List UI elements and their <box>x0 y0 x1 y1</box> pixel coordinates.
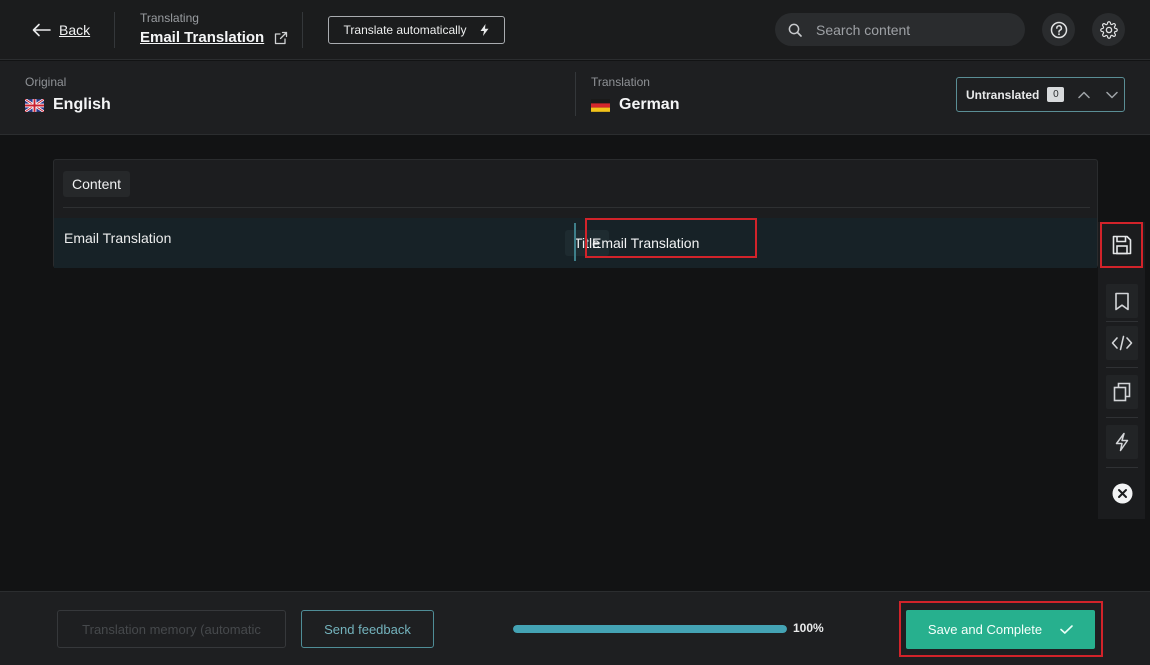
progress-fill <box>513 625 787 633</box>
content-section-label: Content <box>63 171 131 197</box>
untranslated-filter[interactable]: Untranslated 0 <box>956 77 1125 112</box>
translation-language: German <box>591 96 679 114</box>
chevron-down-icon <box>1106 91 1119 98</box>
search-box[interactable] <box>775 13 1025 46</box>
header-divider <box>302 12 303 48</box>
gear-icon <box>1099 20 1118 39</box>
uk-flag-icon <box>25 98 44 112</box>
bookmark-button[interactable] <box>1106 284 1138 318</box>
save-icon <box>1112 235 1131 255</box>
back-link[interactable]: Back <box>32 20 90 40</box>
next-untranslated-button[interactable] <box>1102 85 1122 105</box>
original-language-label: English <box>53 96 111 113</box>
auto-translate-field-button[interactable] <box>1106 425 1138 459</box>
document-title: Email Translation <box>140 29 265 46</box>
clear-field-button[interactable] <box>1106 476 1138 510</box>
send-feedback-button[interactable]: Send feedback <box>301 610 434 648</box>
copy-icon <box>1113 382 1131 402</box>
untranslated-label: Untranslated <box>966 87 1040 102</box>
translation-memory-button: Translation memory (automatic <box>57 610 286 648</box>
germany-flag-icon <box>591 98 610 112</box>
bottom-footer: Translation memory (automatic Send feedb… <box>0 591 1150 665</box>
progress-bar <box>513 625 787 633</box>
settings-button[interactable] <box>1092 13 1125 46</box>
bookmark-icon <box>1115 292 1129 310</box>
toolbar-divider <box>1106 417 1138 418</box>
translate-automatically-label: Translate automatically <box>343 23 467 37</box>
translation-row[interactable]: Email Translation Title <box>54 218 1097 268</box>
close-circle-icon <box>1112 483 1132 503</box>
translation-caption: Translation <box>591 75 650 89</box>
check-icon <box>1060 625 1073 634</box>
lightning-icon <box>480 24 489 36</box>
chevron-up-icon <box>1078 91 1091 98</box>
code-view-button[interactable] <box>1106 326 1138 360</box>
back-label: Back <box>59 22 91 38</box>
header-divider <box>114 12 115 48</box>
translation-input[interactable] <box>585 218 757 258</box>
external-link-icon <box>275 31 288 44</box>
code-icon <box>1111 335 1133 351</box>
arrow-left-icon <box>32 23 51 37</box>
source-text: Email Translation <box>64 230 172 246</box>
save-field-button[interactable] <box>1100 222 1143 268</box>
save-and-complete-highlight: Save and Complete <box>899 601 1103 657</box>
help-icon <box>1050 21 1067 38</box>
document-title-link[interactable]: Email Translation <box>140 29 288 46</box>
save-and-complete-button[interactable]: Save and Complete <box>906 610 1095 649</box>
translate-automatically-button[interactable]: Translate automatically <box>328 16 505 44</box>
content-panel: Content Email Translation Title <box>53 159 1098 268</box>
row-divider <box>574 223 576 261</box>
copy-source-button[interactable] <box>1106 375 1138 409</box>
previous-untranslated-button[interactable] <box>1074 85 1094 105</box>
search-input[interactable] <box>816 21 996 38</box>
original-language: English <box>25 96 111 114</box>
lightning-icon <box>1115 432 1129 452</box>
toolbar-divider <box>1106 321 1138 322</box>
original-caption: Original <box>25 75 67 89</box>
progress-percent: 100% <box>793 621 824 635</box>
search-icon <box>788 23 802 37</box>
translation-language-label: German <box>619 96 680 113</box>
language-bar: Original English Translation German Untr… <box>0 61 1150 135</box>
toolbar-divider <box>1106 367 1138 368</box>
help-button[interactable] <box>1042 13 1075 46</box>
language-divider <box>575 72 576 116</box>
untranslated-count-badge: 0 <box>1047 87 1065 102</box>
save-and-complete-label: Save and Complete <box>927 622 1043 637</box>
top-header: Back Translating Email Translation Trans… <box>0 0 1150 60</box>
toolbar-divider <box>1106 467 1138 468</box>
section-divider <box>63 207 1090 208</box>
translating-caption: Translating <box>140 11 199 25</box>
